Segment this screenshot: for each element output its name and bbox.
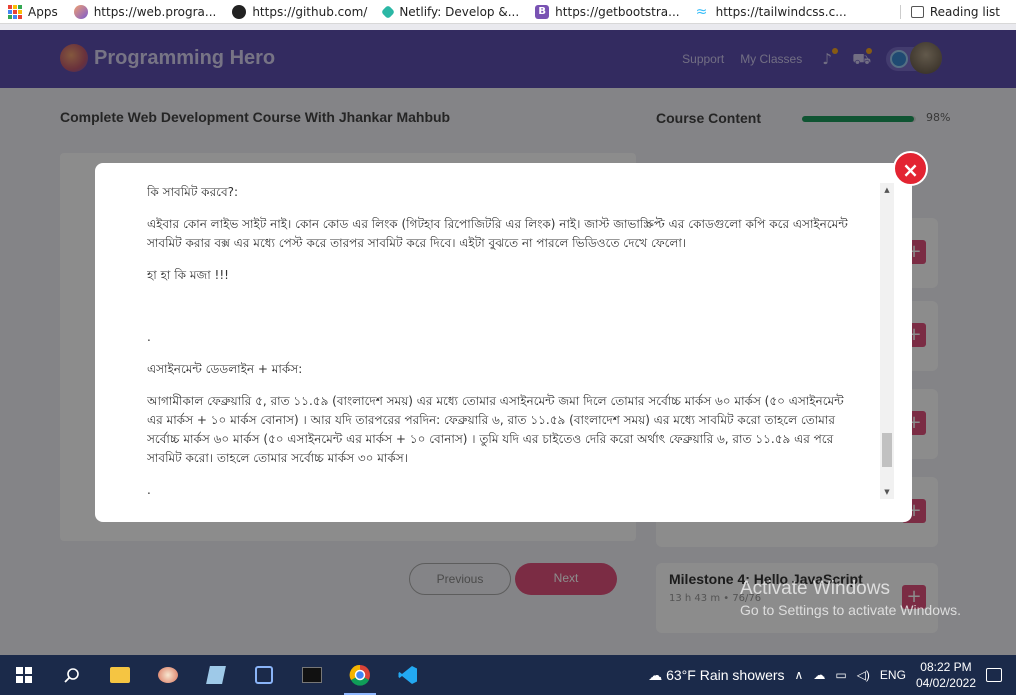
bookmark-programming-hero[interactable]: https://web.progra... [66, 4, 225, 19]
bookmark-label: https://getbootstra... [555, 4, 680, 19]
paint-icon[interactable] [144, 655, 192, 695]
system-tray: ☁ 63°F Rain showers ∧ ☁ ▭ ◁) ENG 08:22 P… [648, 655, 1016, 695]
scroll-up-arrow-icon[interactable]: ▲ [880, 183, 894, 197]
bookmark-apps[interactable]: Apps [0, 4, 66, 19]
notepad-icon[interactable] [192, 655, 240, 695]
reading-list-icon [910, 5, 924, 18]
bookmark-label: Netlify: Develop &... [399, 4, 520, 19]
bookmarks-bar: Apps https://web.progra... https://githu… [0, 0, 1016, 24]
submit-what-heading: কি সাবমিট করবে?: [147, 185, 239, 199]
assignment-instructions: কি সাবমিট করবে?: এইবার কোন লাইভ সাইট নাই… [147, 183, 857, 513]
bookmark-label: https://tailwindcss.c... [715, 4, 847, 19]
bookmark-github[interactable]: https://github.com/ [224, 4, 375, 19]
watermark-title: Activate Windows [740, 578, 890, 599]
modal-scrollbar[interactable]: ▲ ▼ [880, 183, 894, 499]
notifications-icon[interactable] [986, 668, 1002, 682]
weather-rain-icon: ☁ [648, 666, 663, 683]
chevron-up-icon[interactable]: ∧ [795, 668, 804, 682]
fun-text: হা হা কি মজা !!! [147, 268, 229, 282]
programming-hero-icon [73, 4, 88, 19]
assignment-modal: কি সাবমিট করবে?: এইবার কোন লাইভ সাইট নাই… [95, 163, 912, 522]
bookmark-label: https://github.com/ [252, 4, 368, 19]
bootstrap-icon: B [535, 4, 550, 19]
tailwind-icon: ≈ [695, 3, 708, 20]
weather-text: 63°F Rain showers [666, 666, 785, 683]
clock-time: 08:22 PM [920, 660, 972, 674]
submit-instructions: এইবার কোন লাইভ সাইট নাই। কোন কোড এর লিংক… [147, 217, 848, 250]
onedrive-icon[interactable]: ☁ [813, 668, 825, 682]
bookmark-label: Apps [28, 4, 58, 19]
xampp-icon[interactable] [240, 655, 288, 695]
separator-dot: . [147, 483, 151, 497]
chrome-icon[interactable] [336, 655, 384, 695]
reading-list-label: Reading list [929, 4, 1000, 19]
windows-start-icon[interactable] [0, 655, 48, 695]
scroll-down-arrow-icon[interactable]: ▼ [880, 485, 894, 499]
clock-date: 04/02/2022 [915, 676, 976, 690]
scroll-thumb[interactable] [882, 433, 892, 467]
reading-list-button[interactable]: Reading list [899, 4, 1008, 19]
deadline-heading: এসাইনমেন্ট ডেডলাইন + মার্কস: [147, 362, 303, 376]
bookmark-bootstrap[interactable]: B https://getbootstra... [527, 4, 687, 19]
weather-widget[interactable]: ☁ 63°F Rain showers [648, 667, 784, 684]
language-indicator[interactable]: ENG [880, 668, 906, 682]
terminal-icon[interactable] [288, 655, 336, 695]
separator-dot: . [147, 330, 151, 344]
netlify-icon [381, 4, 396, 19]
github-icon [232, 4, 247, 19]
volume-icon[interactable]: ◁) [857, 668, 870, 682]
apps-grid-icon [8, 4, 22, 19]
clock[interactable]: 08:22 PM 04/02/2022 [916, 659, 976, 691]
vscode-icon[interactable] [384, 655, 432, 695]
bookmark-label: https://web.progra... [93, 4, 217, 19]
windows-taskbar: ☁ 63°F Rain showers ∧ ☁ ▭ ◁) ENG 08:22 P… [0, 655, 1016, 695]
activate-windows-watermark: Activate Windows Go to Settings to activ… [740, 578, 961, 618]
close-modal-button[interactable]: × [893, 151, 928, 186]
bookmark-tailwind[interactable]: ≈ https://tailwindcss.c... [688, 5, 855, 19]
search-icon[interactable] [48, 655, 96, 695]
deadline-details: আগামীকাল ফেব্রুয়ারি ৫, রাত ১১.৫৯ (বাংলা… [147, 394, 844, 465]
bookmark-netlify[interactable]: Netlify: Develop &... [375, 4, 527, 19]
watermark-subtitle: Go to Settings to activate Windows. [740, 602, 961, 618]
network-icon[interactable]: ▭ [835, 668, 846, 682]
file-explorer-icon[interactable] [96, 655, 144, 695]
